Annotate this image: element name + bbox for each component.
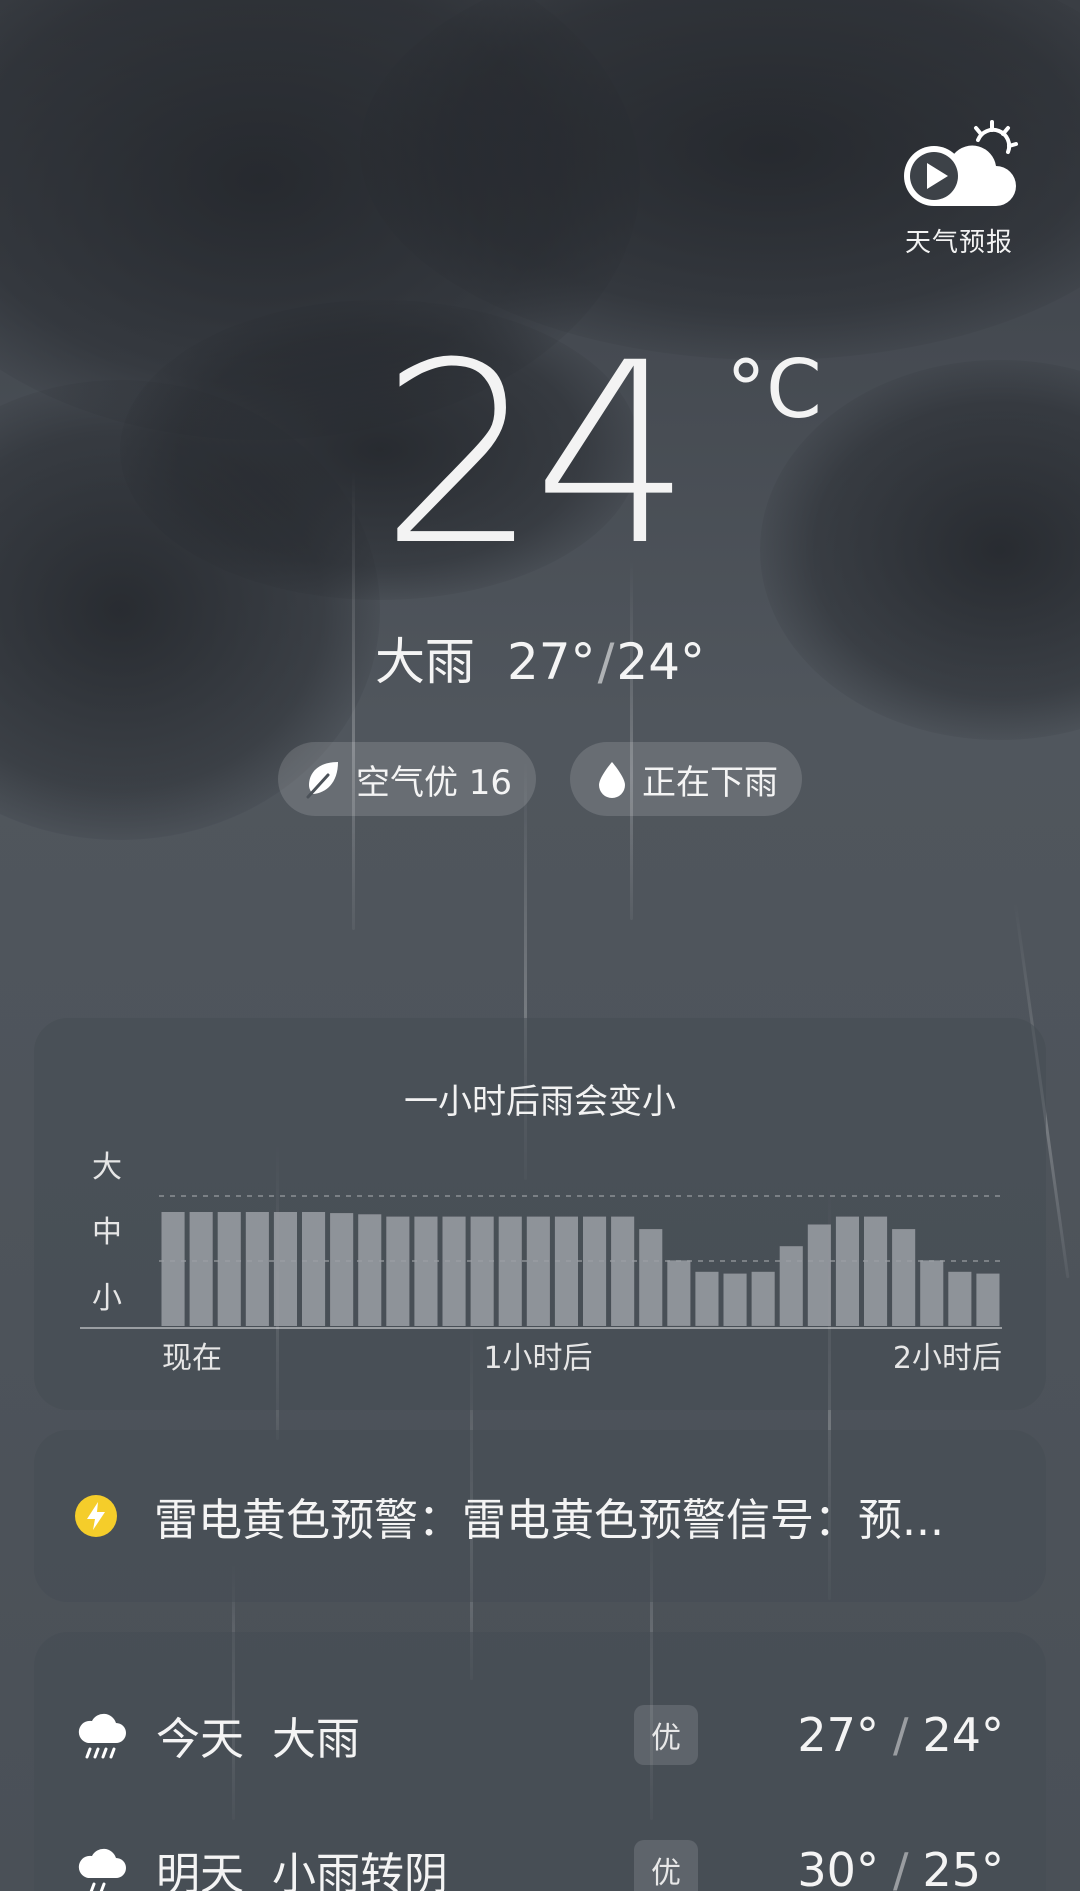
rain-intensity-chart: 大 中 小 现在 1小时后 2小时后 — [80, 1150, 1002, 1376]
daily-forecast-card[interactable]: 今天 大雨 优 27°/24° 明天 小雨转阴 优 30°/25° — [34, 1632, 1046, 1891]
rain-bar — [414, 1216, 438, 1326]
rain-bar — [864, 1216, 888, 1326]
temp-separator: / — [597, 633, 615, 691]
rain-bar — [723, 1273, 747, 1326]
y-label-light: 小 — [92, 1281, 122, 1316]
water-drop-icon — [599, 762, 626, 798]
rain-bar — [583, 1216, 607, 1326]
rain-bar — [217, 1212, 241, 1326]
rain-bar — [498, 1216, 522, 1326]
rain-bar — [892, 1229, 916, 1326]
rain-bar — [358, 1214, 382, 1326]
rain-bar — [611, 1216, 635, 1326]
rain-streak — [630, 560, 633, 920]
forecast-aqi-badge: 优 — [634, 1840, 698, 1891]
precipitation-pill[interactable]: 正在下雨 — [570, 742, 803, 816]
current-condition-line: 大雨 27°/24° — [0, 632, 1080, 692]
forecast-low: 24° — [922, 1708, 1004, 1762]
rain-bar — [807, 1224, 831, 1326]
y-label-medium: 中 — [92, 1215, 122, 1250]
rain-bar — [554, 1216, 578, 1326]
rain-bar — [835, 1216, 859, 1326]
rain-bar — [302, 1212, 326, 1326]
forecast-row-tomorrow[interactable]: 明天 小雨转阴 优 30° / 25° — [34, 1822, 1046, 1891]
forecast-aqi-badge: 优 — [634, 1705, 698, 1765]
status-pills: 空气优 16 正在下雨 — [0, 742, 1080, 816]
alert-row[interactable]: 雷电黄色预警：雷电黄色预警信号：预... — [74, 1430, 1034, 1602]
forecast-day: 今天 — [156, 1714, 244, 1765]
alert-text: 雷电黄色预警：雷电黄色预警信号：预... — [154, 1495, 944, 1546]
forecast-row-today[interactable]: 今天 大雨 优 27°/24° — [34, 1687, 1046, 1783]
rain-bar — [751, 1271, 775, 1326]
light-rain-cloud-icon — [78, 1848, 126, 1891]
rain-streak — [352, 470, 355, 930]
forecast-separator: / — [892, 1843, 909, 1891]
rain-bar — [189, 1212, 213, 1326]
rain-bar — [526, 1216, 550, 1326]
rain-bar — [470, 1216, 494, 1326]
rain-bar — [386, 1216, 410, 1326]
forecast-separator: / — [892, 1708, 909, 1762]
lightning-icon — [75, 1495, 117, 1537]
x-label-2h: 2小时后 — [893, 1341, 1002, 1376]
precipitation-label: 正在下雨 — [642, 762, 779, 803]
rain-bar — [161, 1212, 185, 1326]
today-high: 27° — [506, 633, 596, 691]
today-low: 24° — [616, 633, 706, 691]
rain-bar — [667, 1260, 691, 1326]
x-label-1h: 1小时后 — [483, 1341, 592, 1376]
rain-bar — [976, 1273, 1000, 1326]
logo-label: 天气预报 — [904, 228, 1013, 258]
current-condition: 大雨 — [374, 633, 475, 691]
weather-forecast-video-logo[interactable]: 天气预报 — [896, 118, 1022, 259]
rain-bar — [330, 1213, 354, 1326]
rain-bar — [442, 1216, 466, 1326]
current-temperature: 24 — [380, 309, 692, 600]
air-quality-label: 空气优 16 — [355, 762, 513, 803]
rain-forecast-card[interactable]: 一小时后雨会变小 大 中 小 现在 1小时后 2小时后 — [34, 1018, 1046, 1410]
x-label-now: 现在 — [162, 1341, 222, 1376]
y-label-heavy: 大 — [92, 1150, 122, 1185]
forecast-day: 明天 — [156, 1849, 244, 1891]
rain-bar — [948, 1271, 972, 1326]
rain-bars — [161, 1212, 1000, 1326]
weather-screen: 天气预报 24 °C 大雨 27°/24° 空气优 16 正在下雨 一小时后雨会变… — [0, 0, 1080, 1891]
rain-bar — [695, 1271, 719, 1326]
rain-bar — [273, 1212, 297, 1326]
air-quality-pill[interactable]: 空气优 16 — [277, 742, 537, 816]
rain-bar — [779, 1246, 803, 1326]
forecast-condition: 小雨转阴 — [272, 1849, 448, 1891]
forecast-temps: 27°/24° — [797, 1708, 1004, 1762]
forecast-temps: 30° / 25° — [797, 1843, 1004, 1891]
temperature-unit: °C — [726, 343, 822, 436]
weather-video-play-icon — [904, 120, 1018, 206]
rain-bar — [245, 1212, 269, 1326]
heavy-rain-cloud-icon — [78, 1713, 126, 1759]
leaf-icon — [306, 762, 338, 799]
forecast-low: 25° — [922, 1843, 1004, 1891]
forecast-high: 27° — [797, 1708, 879, 1762]
rain-bar — [639, 1229, 663, 1326]
forecast-high: 30° — [797, 1843, 879, 1891]
forecast-condition: 大雨 — [272, 1714, 360, 1765]
rain-bar — [920, 1260, 944, 1326]
weather-alert-card[interactable]: 雷电黄色预警：雷电黄色预警信号：预... — [34, 1430, 1046, 1602]
